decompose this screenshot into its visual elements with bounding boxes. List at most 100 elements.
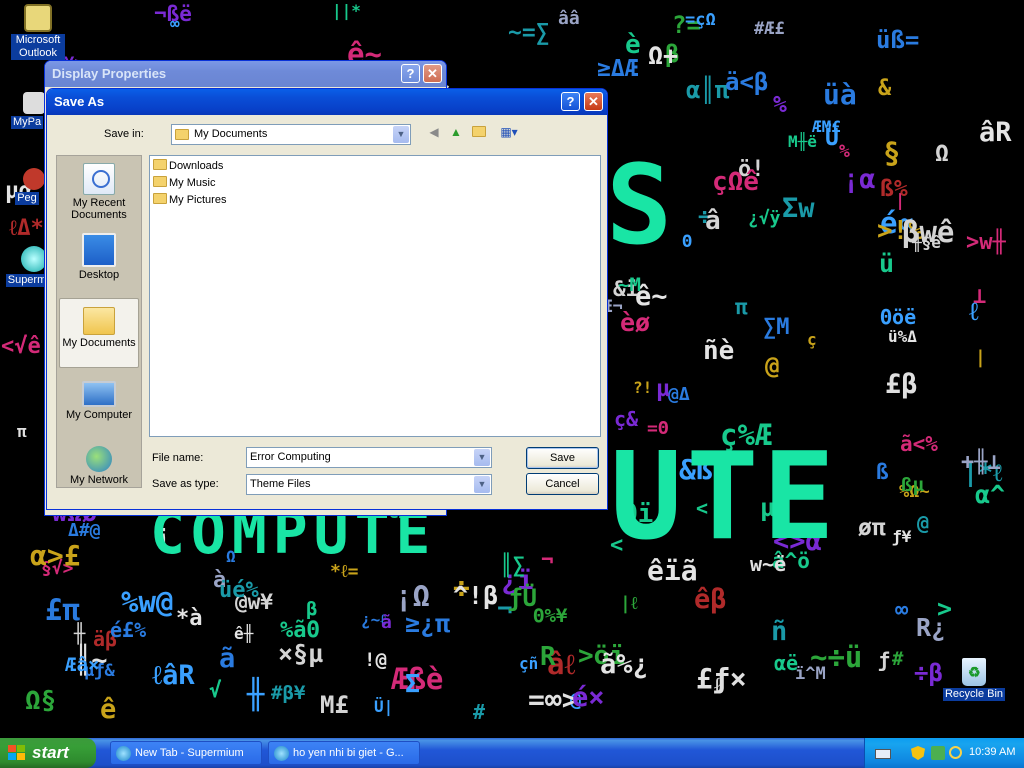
start-button[interactable]: start (0, 738, 96, 768)
security-shield-icon[interactable] (911, 746, 925, 760)
view-menu-icon[interactable]: ▦▾ (496, 123, 522, 141)
wallpaper-big-s: S (606, 141, 677, 269)
wallpaper-glyph: Δ#@ (68, 520, 101, 541)
wallpaper-glyph: ?! (633, 378, 653, 397)
wallpaper-glyph: ╫ (74, 623, 86, 645)
save-button[interactable]: Save (526, 447, 599, 469)
cancel-button[interactable]: Cancel (526, 473, 599, 495)
save-as-titlebar[interactable]: Save As ? ✕ (47, 89, 607, 115)
list-item[interactable]: My Pictures (153, 192, 226, 208)
wallpaper-glyph: ü%Δ (888, 327, 917, 346)
wallpaper-glyph: ¬ (541, 548, 554, 572)
taskbar-item-label: New Tab - Supermium (135, 747, 244, 759)
place-my-recent-documents[interactable]: My Recent Documents (59, 158, 139, 224)
chevron-down-icon[interactable]: ▼ (474, 476, 490, 493)
places-bar: My Recent Documents Desktop My Documents… (56, 155, 142, 488)
place-label: My Computer (65, 409, 133, 421)
my-network-icon (86, 446, 112, 472)
wallpaper-glyph: ã%¿ (600, 649, 649, 680)
wallpaper-glyph: ƒ¥ (892, 527, 912, 546)
help-button[interactable]: ? (561, 92, 580, 111)
list-item[interactable]: Downloads (153, 158, 223, 174)
wallpaper-glyph: üà (823, 78, 857, 111)
display-properties-titlebar[interactable]: Display Properties ? ✕ (45, 61, 446, 87)
wallpaper-glyph: £ƒ× (696, 662, 747, 695)
browser-icon (274, 746, 289, 761)
wallpaper-glyph: ℓâR (152, 660, 195, 691)
place-my-network[interactable]: My Network (59, 442, 139, 486)
wallpaper-glyph: Ω§ (25, 686, 57, 716)
program-icon (23, 168, 45, 190)
desktop-icon-recycle-bin[interactable]: ♻ Recycle Bin (936, 658, 1012, 701)
wallpaper-glyph: ℓΔ* (9, 216, 44, 241)
taskbar-item-search[interactable]: ho yen nhi bi giet - G... (268, 741, 420, 765)
wallpaper-glyph: Θ%¥ (533, 605, 568, 627)
desktop-icon-label: Microsoft Outlook (11, 34, 65, 60)
wallpaper-glyph: R (540, 642, 556, 672)
wallpaper-glyph: Ü (825, 125, 839, 151)
chevron-down-icon[interactable]: ▼ (393, 126, 409, 143)
wallpaper-glyph: Ω+ (648, 41, 679, 70)
close-button[interactable]: ✕ (423, 64, 442, 83)
wallpaper-glyph: ~M (618, 274, 641, 296)
save-in-label: Save in: (104, 128, 144, 140)
system-tray: 10:39 AM (864, 738, 1024, 768)
wallpaper-glyph: ü (879, 249, 895, 278)
wallpaper-glyph: %ãΘ (280, 618, 320, 643)
wallpaper-glyph: çΩê (712, 167, 759, 197)
folder-icon (153, 193, 167, 204)
wallpaper-glyph: =çΩ (685, 10, 716, 30)
wallpaper-glyph: £π (45, 593, 80, 627)
wallpaper-glyph: ç (807, 330, 817, 349)
wallpaper-glyph: |ℓ (620, 593, 638, 614)
save-in-dropdown[interactable]: My Documents ▼ (171, 124, 411, 145)
wallpaper-glyph: ^!β (453, 581, 499, 610)
wallpaper-glyph: ╫ (247, 677, 265, 711)
wallpaper-glyph: # (892, 648, 904, 670)
wallpaper-glyph: é× (572, 682, 605, 713)
help-button[interactable]: ? (401, 64, 420, 83)
wallpaper-glyph: M╫ë (788, 132, 817, 151)
close-button[interactable]: ✕ (584, 92, 603, 111)
chevron-down-icon[interactable]: ▼ (474, 449, 490, 466)
wallpaper-glyph: ƒ (878, 648, 891, 672)
file-list[interactable]: Downloads My Music My Pictures (149, 155, 601, 437)
wallpaper-glyph: M£ (320, 691, 349, 719)
wallpaper-glyph: & (878, 76, 892, 101)
wallpaper-glyph: ßµ (901, 474, 924, 496)
wallpaper-glyph: >w╫ (966, 230, 1006, 255)
new-folder-icon[interactable] (471, 123, 489, 141)
wallpaper-glyph: êβ (694, 584, 727, 615)
clock[interactable]: 10:39 AM (969, 746, 1015, 758)
back-icon[interactable]: ◀ (425, 123, 443, 141)
desktop-icon-label: MyPa (10, 116, 44, 129)
wallpaper-glyph: çñ (519, 654, 539, 673)
program-icon (23, 92, 45, 114)
wallpaper-glyph: é£% (110, 618, 147, 642)
wallpaper-glyph: π (17, 422, 27, 441)
wallpaper-glyph: ä<β (725, 68, 769, 96)
list-item[interactable]: My Music (153, 175, 215, 191)
place-my-computer[interactable]: My Computer (59, 372, 139, 438)
wallpaper-glyph: ß% (880, 176, 908, 202)
taskbar-item-new-tab[interactable]: New Tab - Supermium (110, 741, 262, 765)
save-as-dialog[interactable]: Save As ? ✕ Save in: My Documents ▼ ◀ ▲ … (46, 88, 608, 510)
wallpaper-glyph: β (306, 598, 318, 620)
wallpaper-glyph: ã<% (900, 432, 938, 456)
place-my-documents[interactable]: My Documents (59, 298, 139, 368)
file-name-field[interactable]: Error Computing ▼ (246, 447, 492, 468)
network-icon[interactable] (931, 746, 945, 760)
file-name: My Pictures (169, 194, 227, 206)
wallpaper-glyph: Ω (935, 141, 949, 167)
save-as-type-dropdown[interactable]: Theme Files ▼ (246, 474, 492, 495)
wallpaper-glyph: ℓ (969, 297, 979, 327)
desktop-icon (82, 233, 116, 267)
place-desktop[interactable]: Desktop (59, 228, 139, 294)
keyboard-icon[interactable] (875, 749, 891, 759)
wallpaper-glyph: # (473, 700, 486, 724)
window-title: Display Properties (52, 66, 167, 81)
up-folder-icon[interactable]: ▲ (447, 123, 465, 141)
search-icon[interactable] (949, 746, 962, 759)
desktop-icon-outlook[interactable]: Microsoft Outlook (0, 4, 76, 60)
window-title: Save As (54, 94, 105, 109)
